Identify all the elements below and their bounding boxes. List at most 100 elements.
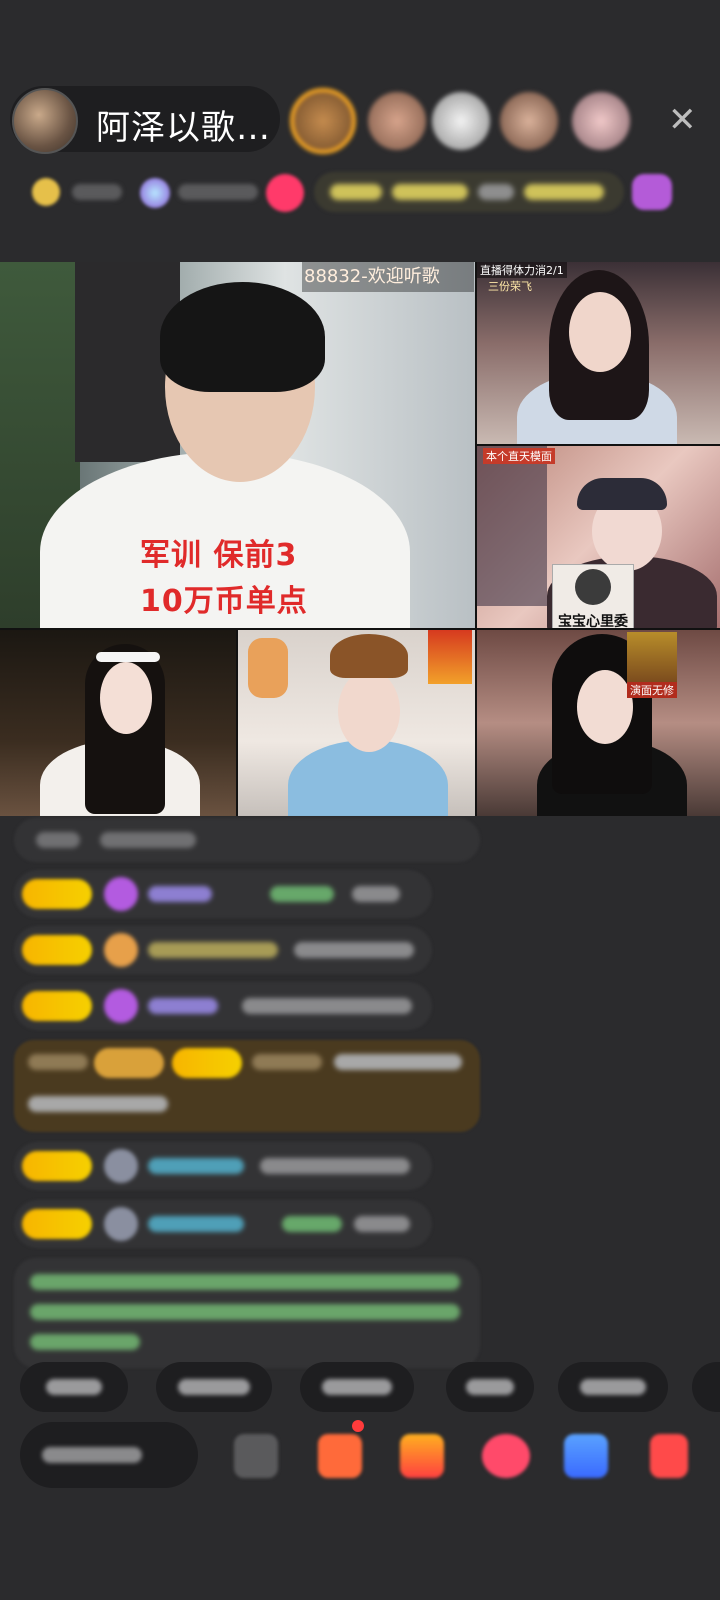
chip-text (580, 1379, 646, 1395)
figurine-decor (248, 638, 288, 698)
share-icon[interactable] (564, 1434, 608, 1478)
heart-gift-icon[interactable] (482, 1434, 530, 1478)
stream-ticker: 88832-欢迎听歌 (302, 262, 474, 292)
guest-hat (577, 478, 667, 510)
quick-reply-chip[interactable] (446, 1362, 534, 1412)
hourly-rank-icon (140, 178, 170, 208)
overlay-text-line2: 10万币单点 (140, 584, 308, 619)
chat-text (334, 1054, 462, 1070)
guest-face (100, 662, 152, 734)
chat-text (352, 886, 400, 902)
chip-text (322, 1379, 392, 1395)
quick-reply-chip[interactable] (558, 1362, 668, 1412)
heart-icon[interactable] (266, 174, 304, 212)
gift-entry-icon[interactable] (632, 174, 672, 210)
viewer-avatar[interactable] (500, 92, 558, 150)
chat-text (36, 832, 80, 848)
hourly-rank-text (178, 184, 258, 200)
host-avatar[interactable] (12, 88, 78, 154)
user-icon (104, 1149, 138, 1183)
diamond-icon (104, 989, 138, 1023)
level-badge (22, 1209, 92, 1239)
fan-icon (104, 933, 138, 967)
guest-video-3[interactable] (0, 630, 236, 816)
tag-text (392, 184, 468, 200)
tag-text (478, 184, 514, 200)
room-tags-row (0, 172, 720, 212)
chat-message (14, 1142, 432, 1190)
chat-user (252, 1054, 322, 1070)
gift-icon[interactable] (318, 1434, 362, 1478)
level-badge (22, 935, 92, 965)
chat-text (28, 1054, 88, 1070)
quick-reply-chip[interactable] (300, 1362, 414, 1412)
main-host-video[interactable]: 88832-欢迎听歌 军训 保前3 10万币单点 (0, 262, 475, 628)
video-grid[interactable]: 88832-欢迎听歌 军训 保前3 10万币单点 直播得体力消2/1 三份荣飞 … (0, 262, 720, 816)
viewer-avatar[interactable] (572, 92, 630, 150)
chat-text (354, 1216, 410, 1232)
chat-message (14, 818, 480, 862)
guest-video-2[interactable]: 本个直天模面 宝宝心里委屈 (477, 446, 720, 628)
chat-text (294, 942, 414, 958)
chip-text (178, 1379, 250, 1395)
treasure-icon[interactable] (400, 1434, 444, 1478)
chat-text (282, 1216, 342, 1232)
chat-message-highlight (14, 1040, 480, 1132)
chat-message (14, 1200, 432, 1248)
chat-user (148, 998, 218, 1014)
system-notice (14, 1258, 480, 1368)
viewer-avatar[interactable] (368, 92, 426, 150)
guest-face (338, 670, 400, 752)
quick-reply-chip[interactable] (156, 1362, 272, 1412)
notice-text (30, 1334, 140, 1350)
notice-text (30, 1274, 460, 1290)
chat-user (148, 1158, 244, 1174)
chat-text (100, 832, 196, 848)
guest-face (569, 292, 631, 372)
guest-video-5[interactable]: 演面无修 (477, 630, 720, 816)
quick-reply-chip[interactable] (692, 1362, 720, 1412)
chip-text (46, 1379, 102, 1395)
level-badge (22, 991, 92, 1021)
host-name[interactable]: 阿泽以歌… (96, 100, 271, 149)
guest-caption: 三份荣飞 (488, 280, 532, 293)
guest-caption: 演面无修 (627, 682, 677, 698)
guest-face (577, 670, 633, 744)
diamond-icon (104, 877, 138, 911)
chat-user (148, 886, 212, 902)
guest-video-4[interactable] (238, 630, 475, 816)
rank-text (72, 184, 122, 200)
top-viewer-avatar[interactable] (290, 88, 356, 154)
chat-message (14, 926, 432, 974)
guest-caption: 本个直天模面 (483, 448, 555, 464)
overlay-text-line1: 军训 保前3 (140, 538, 298, 573)
level-badge (22, 879, 92, 909)
chat-message (14, 982, 432, 1030)
more-icon[interactable] (234, 1434, 278, 1478)
chat-text (242, 998, 412, 1014)
close-icon[interactable]: ✕ (668, 100, 697, 140)
chat-user (148, 942, 278, 958)
red-packet-icon[interactable] (650, 1434, 688, 1478)
chip-text (466, 1379, 514, 1395)
chat-text (270, 886, 334, 902)
user-icon (104, 1207, 138, 1241)
room-tag-chip[interactable] (314, 172, 624, 212)
bear-caption: 宝宝心里委屈 (558, 614, 628, 628)
bear-icon (575, 569, 611, 605)
level-badge (172, 1048, 242, 1078)
tag-text (524, 184, 604, 200)
notice-text (30, 1304, 460, 1320)
headband (96, 652, 160, 662)
quick-reply-chip[interactable] (20, 1362, 128, 1412)
viewer-avatar[interactable] (432, 92, 490, 150)
lucky-card (428, 630, 472, 684)
level-badge (22, 1151, 92, 1181)
chat-text (260, 1158, 410, 1174)
chat-input[interactable] (20, 1422, 198, 1488)
guest-caption: 直播得体力消2/1 (477, 262, 567, 278)
notice-board (477, 446, 547, 606)
guest-video-1[interactable]: 直播得体力消2/1 三份荣飞 (477, 262, 720, 444)
rank-icon (32, 178, 60, 206)
level-badge (94, 1048, 164, 1078)
